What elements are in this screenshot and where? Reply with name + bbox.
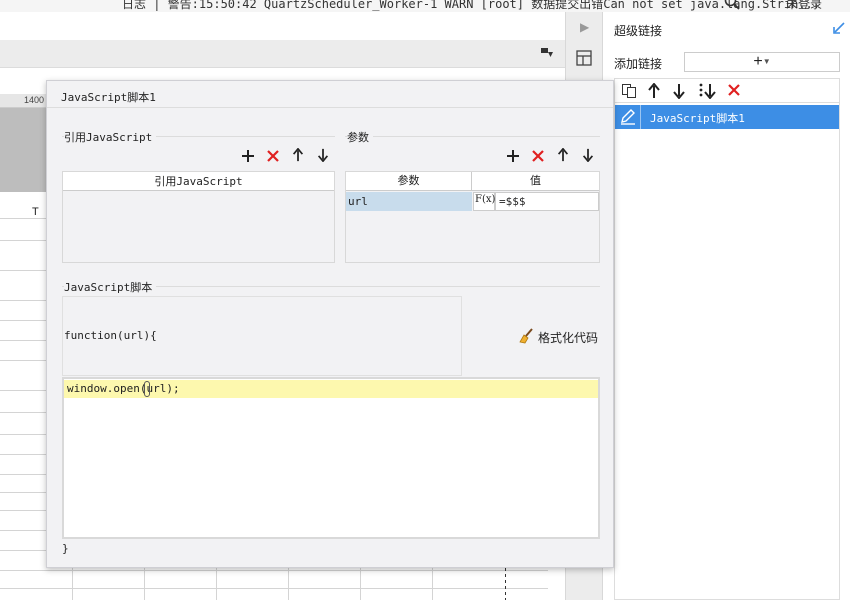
collapse-arrow-icon[interactable]: ▶ xyxy=(580,20,589,34)
javascript-dialog: JavaScript脚本1 引用JavaScript 引用JavaScript … xyxy=(46,80,614,568)
ref-section-label: 引用JavaScript xyxy=(64,129,157,145)
param-table: 参数 值 url F(x) =$$$ xyxy=(345,171,600,263)
delete-icon[interactable] xyxy=(727,83,741,100)
add-link-symbol: + xyxy=(753,53,763,71)
search-icon[interactable] xyxy=(724,0,740,10)
expand-arrow-icon[interactable] xyxy=(833,22,845,34)
background-ruler: 1400 xyxy=(0,94,46,108)
delete-ref-icon[interactable] xyxy=(266,149,280,163)
log-bar: 日志 | 警告:15:50:42 QuartzScheduler_Worker-… xyxy=(0,0,850,12)
add-param-icon[interactable] xyxy=(506,149,520,163)
function-header: function(url){ xyxy=(64,329,157,342)
move-param-down-icon[interactable] xyxy=(581,148,595,162)
move-ref-down-icon[interactable] xyxy=(316,148,330,162)
broom-icon xyxy=(519,328,533,344)
format-code-button[interactable]: 格式化代码 xyxy=(518,328,598,346)
formula-button[interactable]: F(x) xyxy=(473,192,495,211)
add-link-button[interactable]: +▼ xyxy=(684,52,840,72)
background-gray-area xyxy=(0,108,46,192)
format-painter-icon[interactable] xyxy=(540,47,554,59)
param-section-line xyxy=(345,136,600,137)
move-down-icon[interactable] xyxy=(672,83,686,102)
ruler-label: 1400 xyxy=(24,95,45,105)
dropdown-caret-icon: ▼ xyxy=(762,57,771,66)
param-value-header: 值 xyxy=(472,172,599,191)
background-toolbar xyxy=(0,40,565,68)
item-separator xyxy=(640,105,641,129)
add-ref-icon[interactable] xyxy=(241,149,255,163)
ref-column-header: 引用JavaScript xyxy=(63,172,334,191)
param-name-header: 参数 xyxy=(346,172,472,191)
function-footer: } xyxy=(62,542,69,555)
link-list: JavaScript脚本1 xyxy=(614,102,840,600)
code-line[interactable]: window.open(url); xyxy=(67,382,180,395)
function-header-area: function(url){ xyxy=(62,296,462,376)
link-list-toolbar xyxy=(614,78,840,102)
grid-cell-text: T xyxy=(32,206,39,218)
script-section-label: JavaScript脚本 xyxy=(64,279,157,295)
hyperlink-panel: 超级链接 添加链接 +▼ JavaScript脚本1 xyxy=(603,12,850,600)
edit-pencil-icon xyxy=(621,109,635,125)
param-value-input[interactable]: =$$$ xyxy=(495,192,599,211)
panel-title: 超级链接 xyxy=(614,24,663,38)
copy-icon[interactable] xyxy=(621,83,637,102)
move-up-icon[interactable] xyxy=(647,82,661,102)
move-ref-up-icon[interactable] xyxy=(291,148,305,162)
delete-param-icon[interactable] xyxy=(531,149,545,163)
title-divider xyxy=(47,107,613,108)
list-item[interactable]: JavaScript脚本1 xyxy=(615,105,839,129)
param-name-cell[interactable]: url xyxy=(346,192,472,211)
login-status[interactable]: 未登录 xyxy=(786,0,822,12)
move-bottom-icon[interactable] xyxy=(698,83,718,102)
move-param-up-icon[interactable] xyxy=(556,148,570,162)
dialog-title: JavaScript脚本1 xyxy=(61,91,156,104)
layout-icon[interactable] xyxy=(576,50,592,66)
format-code-label: 格式化代码 xyxy=(538,331,599,345)
formula-icon: F(x) xyxy=(475,194,496,205)
code-editor[interactable]: window.open(url); xyxy=(62,377,600,539)
add-link-label: 添加链接 xyxy=(614,57,663,71)
log-text[interactable]: 日志 | 警告:15:50:42 QuartzScheduler_Worker-… xyxy=(122,0,820,12)
list-item-label: JavaScript脚本1 xyxy=(650,112,745,125)
param-section-label: 参数 xyxy=(347,129,373,145)
ref-javascript-table[interactable]: 引用JavaScript xyxy=(62,171,335,263)
text-cursor xyxy=(144,381,150,397)
